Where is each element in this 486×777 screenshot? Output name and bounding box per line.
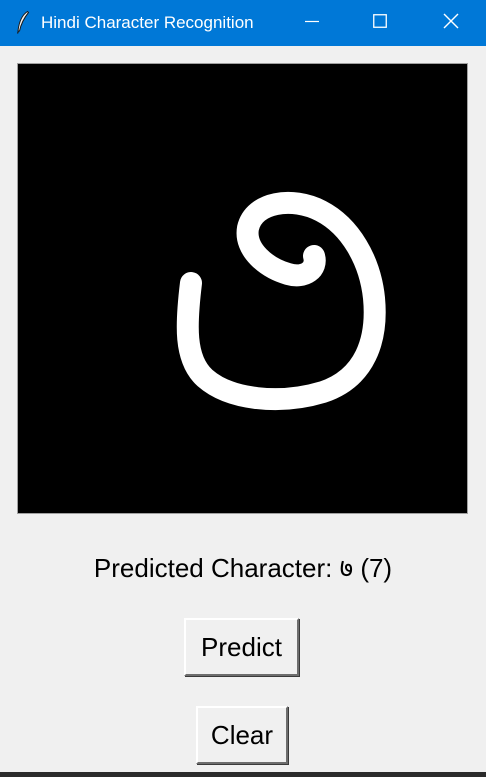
feather-icon [15, 10, 31, 34]
clear-button[interactable]: Clear [196, 706, 288, 764]
close-button[interactable] [418, 0, 484, 46]
drawing-canvas[interactable] [17, 63, 468, 514]
minimize-button[interactable] [279, 0, 345, 46]
minimize-icon [305, 14, 319, 33]
maximize-icon [373, 13, 387, 33]
close-icon [443, 13, 459, 34]
window-bottom-edge [0, 772, 486, 777]
prediction-label: Predicted Character: ७ (7) [93, 553, 393, 583]
predict-button[interactable]: Predict [184, 618, 299, 676]
title-bar[interactable]: Hindi Character Recognition [0, 0, 486, 46]
handwritten-stroke [176, 192, 386, 411]
window-title: Hindi Character Recognition [41, 13, 254, 32]
maximize-button[interactable] [347, 0, 413, 46]
app-window: Hindi Character Recognition Predicted Ch… [0, 0, 486, 777]
